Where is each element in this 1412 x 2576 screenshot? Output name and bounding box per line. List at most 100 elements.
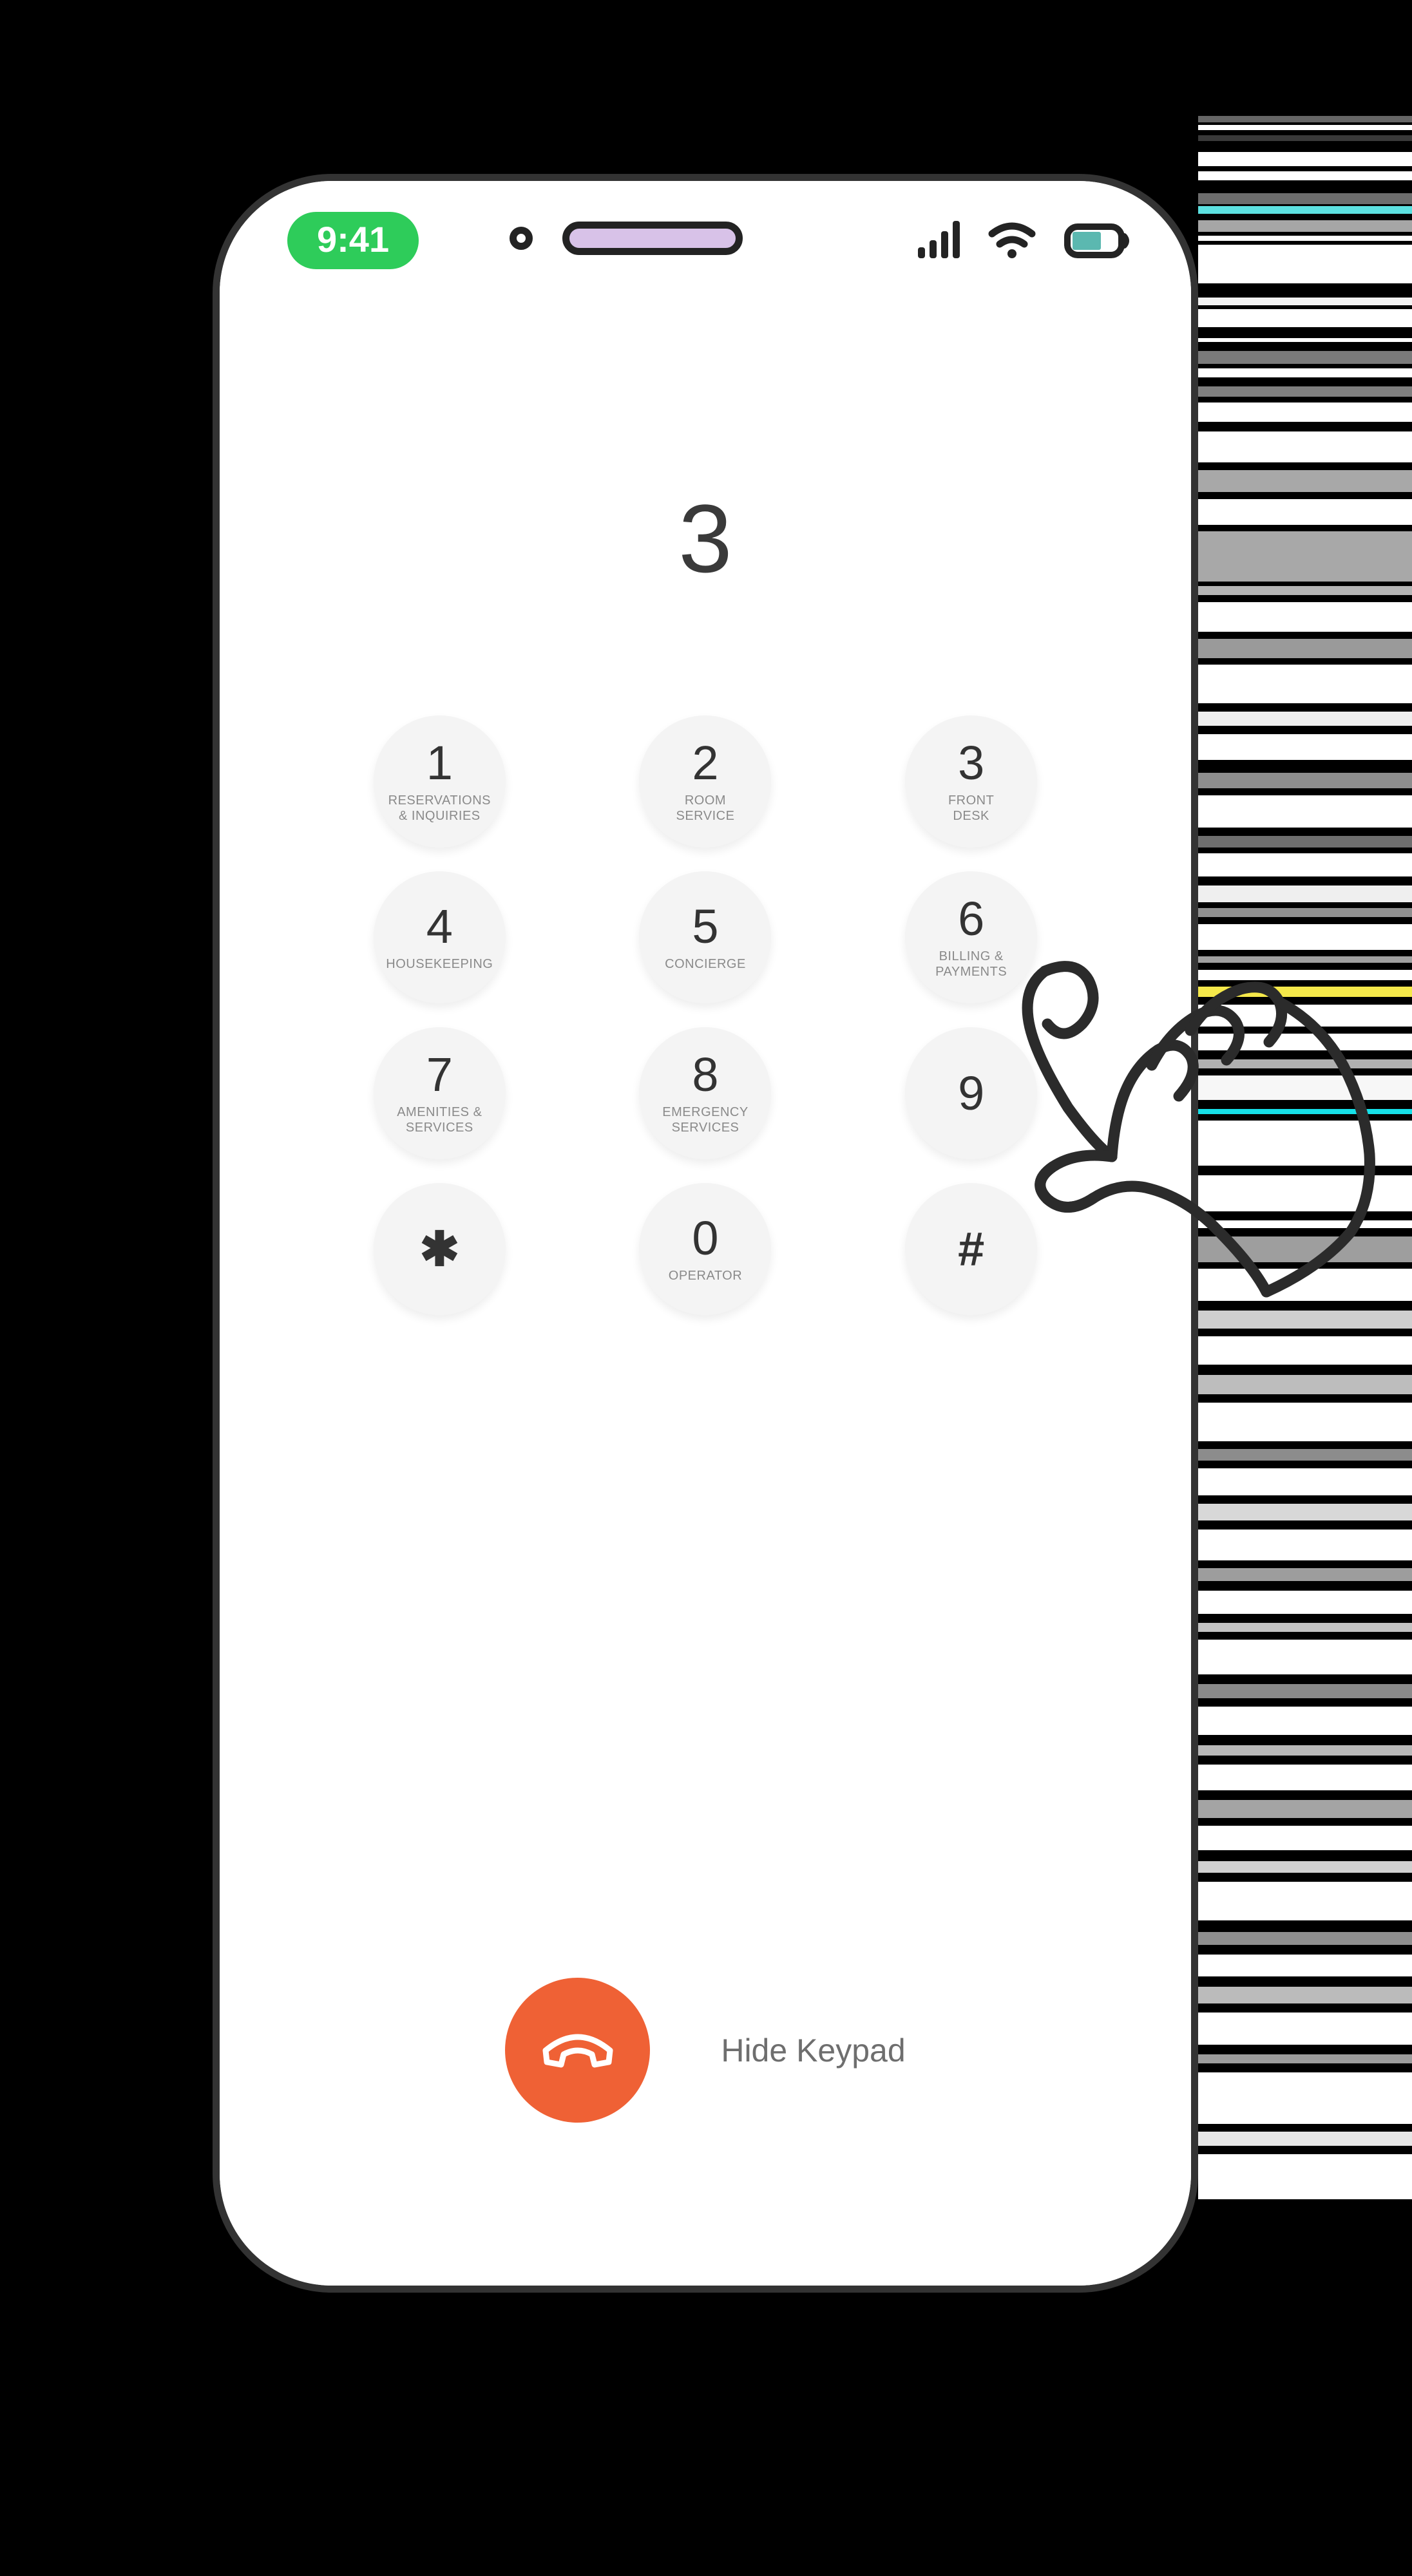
- keypad-key-label: CONCIERGE: [665, 956, 746, 971]
- glitch-stripe: [1198, 206, 1412, 214]
- glitch-stripe: [1198, 1236, 1412, 1262]
- glitch-stripe: [1198, 531, 1412, 582]
- glitch-stripe: [1198, 602, 1412, 632]
- keypad-key-7[interactable]: 7 AMENITIES & SERVICES: [373, 1027, 506, 1159]
- keypad-key-8[interactable]: 8 EMERGENCY SERVICES: [639, 1027, 772, 1159]
- glitch-stripe: [1198, 338, 1412, 342]
- glitch-stripe: [1198, 351, 1412, 364]
- keypad-key-digit: 8: [692, 1047, 719, 1101]
- keypad-key-hash[interactable]: #: [905, 1183, 1038, 1315]
- glitch-stripe: [1198, 470, 1412, 492]
- glitch-stripe: [1198, 1955, 1412, 1976]
- keypad-key-0[interactable]: 0 OPERATOR: [639, 1183, 772, 1315]
- glitch-stripe: [1198, 1336, 1412, 1365]
- glitch-stripe: [1198, 2072, 1412, 2124]
- phone-device-frame: 9:41 3 1 RESERVATIONS & INQUIRIES 2 ROOM…: [213, 174, 1198, 2293]
- keypad-key-digit: #: [958, 1222, 985, 1276]
- glitch-stripe: [1198, 193, 1412, 204]
- glitch-stripe: [1198, 924, 1412, 950]
- keypad-key-2[interactable]: 2 ROOM SERVICE: [639, 715, 772, 848]
- glitch-stripe: [1198, 2012, 1412, 2045]
- keypad-key-label: FRONT DESK: [948, 793, 995, 823]
- keypad-key-star[interactable]: ✱: [373, 1183, 506, 1315]
- phone-screen: 9:41 3 1 RESERVATIONS & INQUIRIES 2 ROOM…: [220, 181, 1191, 2286]
- keypad-key-digit: 9: [958, 1066, 985, 1120]
- glitch-stripe: [1198, 368, 1412, 377]
- glitch-stripe: [1198, 1005, 1412, 1027]
- glitch-stripe: [1198, 1075, 1412, 1100]
- glitch-stripe: [1198, 1987, 1412, 2003]
- keypad-key-digit: 3: [958, 735, 985, 790]
- glitch-stripe: [1198, 1449, 1412, 1461]
- glitch-stripe: [1198, 298, 1412, 305]
- glitch-stripe: [1198, 1765, 1412, 1790]
- glitch-stripe: [1198, 431, 1412, 462]
- glitch-stripe: [1198, 1269, 1412, 1301]
- keypad-key-9[interactable]: 9: [905, 1027, 1038, 1159]
- camera-dot-icon: [510, 227, 533, 250]
- glitch-stripe: [1198, 1800, 1412, 1818]
- glitch-stripe: [1198, 970, 1412, 980]
- keypad-key-label: RESERVATIONS & INQUIRIES: [388, 793, 491, 823]
- glitch-stripe: [1198, 499, 1412, 525]
- glitch-stripe: [1198, 1745, 1412, 1756]
- keypad-key-digit: ✱: [419, 1222, 460, 1276]
- glitch-stripe: [1198, 1034, 1412, 1050]
- keypad-key-1[interactable]: 1 RESERVATIONS & INQUIRIES: [373, 715, 506, 848]
- glitch-stripe: [1198, 734, 1412, 760]
- glitch-stripe: [1198, 1504, 1412, 1520]
- glitch-stripe: [1198, 987, 1412, 997]
- glitch-stripe: [1198, 1375, 1412, 1394]
- glitch-stripe: [1198, 1109, 1412, 1114]
- call-controls-bar: Hide Keypad: [220, 1978, 1191, 2123]
- glitch-stripe: [1198, 1861, 1412, 1873]
- glitch-stripe: [1198, 2054, 1412, 2063]
- keypad-key-label: OPERATOR: [668, 1268, 743, 1283]
- glitch-stripe: [1198, 1530, 1412, 1560]
- end-call-button[interactable]: [505, 1978, 651, 2123]
- status-bar-indicators: [918, 212, 1130, 258]
- keypad-key-digit: 6: [958, 891, 985, 945]
- keypad-key-4[interactable]: 4 HOUSEKEEPING: [373, 871, 506, 1003]
- keypad-key-6[interactable]: 6 BILLING & PAYMENTS: [905, 871, 1038, 1003]
- glitch-stripe: [1198, 2132, 1412, 2146]
- hide-keypad-button[interactable]: Hide Keypad: [721, 2032, 905, 2069]
- keypad-key-3[interactable]: 3 FRONT DESK: [905, 715, 1038, 848]
- wifi-icon: [988, 222, 1036, 258]
- glitch-stripe: [1198, 1591, 1412, 1614]
- glitch-stripe: [1198, 1121, 1412, 1166]
- keypad-key-digit: 1: [426, 735, 453, 790]
- glitch-stripe: [1198, 402, 1412, 422]
- glitch-stripe: [1198, 639, 1412, 658]
- glitch-stripe: [1198, 1311, 1412, 1329]
- keypad-key-label: ROOM SERVICE: [676, 793, 735, 823]
- end-call-handset-icon: [542, 2034, 613, 2067]
- dialed-number-display: 3: [678, 484, 732, 592]
- glitch-stripe: [1198, 956, 1412, 963]
- glitch-stripe: [1198, 1059, 1412, 1068]
- glitch-stripe: [1198, 386, 1412, 397]
- glitch-stripe: [1198, 1403, 1412, 1441]
- glitch-stripe: [1198, 886, 1412, 902]
- glitch-stripe: [1198, 773, 1412, 788]
- glitch-stripe: [1198, 171, 1412, 180]
- keypad-key-5[interactable]: 5 CONCIERGE: [639, 871, 772, 1003]
- glitch-stripe: [1198, 152, 1412, 166]
- keypad-key-digit: 7: [426, 1047, 453, 1101]
- screenshot-stage: 9:41 3 1 RESERVATIONS & INQUIRIES 2 ROOM…: [0, 0, 1412, 2576]
- cellular-signal-icon: [918, 221, 960, 258]
- status-time: 9:41: [287, 212, 419, 269]
- glitch-stripe: [1198, 1468, 1412, 1495]
- glitch-stripe: [1198, 125, 1412, 130]
- glitch-stripe: [1198, 245, 1412, 283]
- keypad-key-digit: 4: [426, 899, 453, 953]
- status-bar: 9:41: [220, 181, 1191, 294]
- glitch-stripe: [1198, 1882, 1412, 1920]
- keypad-key-label: HOUSEKEEPING: [386, 956, 493, 971]
- glitch-stripe: [1198, 1684, 1412, 1698]
- keypad-key-digit: 2: [692, 735, 719, 790]
- glitch-stripe: [1198, 135, 1412, 141]
- dial-keypad: 1 RESERVATIONS & INQUIRIES 2 ROOM SERVICE 3 F…: [220, 715, 1191, 1315]
- glitch-stripe: [1198, 1932, 1412, 1945]
- glitch-stripe: [1198, 220, 1412, 232]
